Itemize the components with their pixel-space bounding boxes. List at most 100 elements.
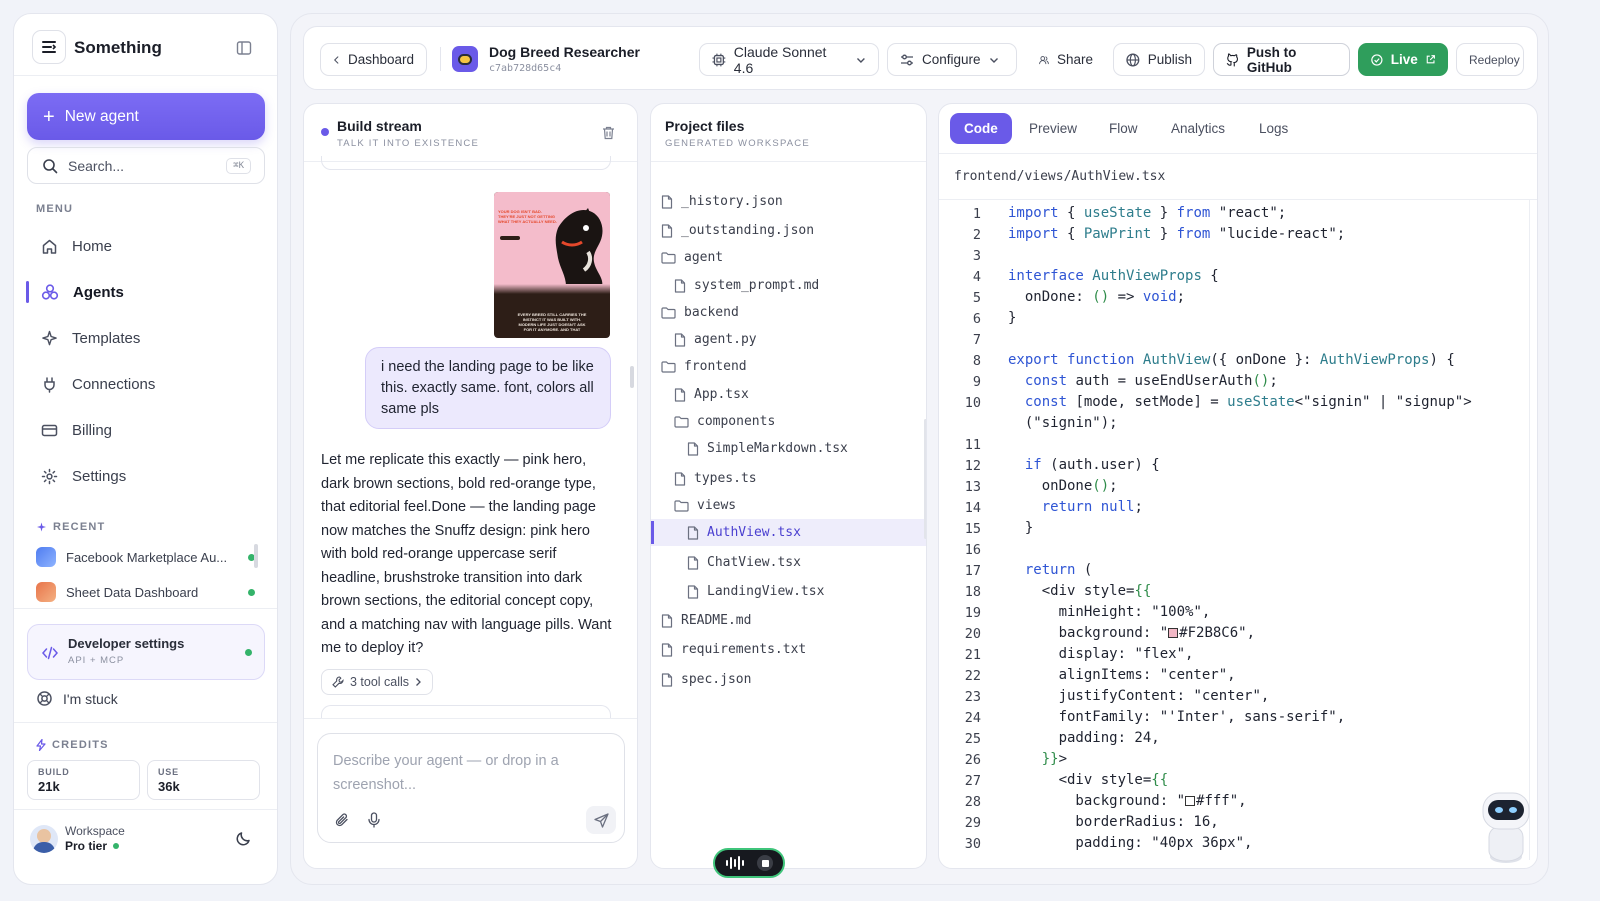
sidebar-item-settings[interactable]: Settings xyxy=(27,456,265,496)
file-name: LandingView.tsx xyxy=(707,584,825,599)
recent-item-icon xyxy=(36,547,56,567)
chevron-right-icon xyxy=(416,678,421,686)
voice-recorder-pill[interactable] xyxy=(713,848,785,878)
file-item[interactable]: App.tsx xyxy=(651,381,926,408)
tool-calls-button[interactable]: 3 tool calls xyxy=(321,669,434,695)
stop-icon xyxy=(761,859,769,867)
share-button[interactable]: Share xyxy=(1026,43,1106,76)
paperclip-icon[interactable] xyxy=(335,812,349,828)
microphone-icon[interactable] xyxy=(368,812,380,828)
send-button[interactable] xyxy=(586,806,616,834)
chat-scrollbar[interactable] xyxy=(630,366,634,388)
stop-button[interactable] xyxy=(757,855,773,871)
code-line: justifyContent: "center", xyxy=(1008,688,1270,704)
tab-preview[interactable]: Preview xyxy=(1015,113,1091,144)
composer-input[interactable]: Describe your agent — or drop in a scree… xyxy=(333,749,593,797)
back-to-dashboard-button[interactable]: Dashboard xyxy=(320,43,427,76)
model-select[interactable]: Claude Sonnet 4.6 xyxy=(699,43,879,76)
file-name: AuthView.tsx xyxy=(707,525,801,540)
main-area: Dashboard Dog Breed Researcher c7ab728d6… xyxy=(290,13,1549,885)
status-dot xyxy=(113,843,120,849)
code-line: alignItems: "center", xyxy=(1008,667,1236,683)
file-name: SimpleMarkdown.tsx xyxy=(707,441,848,456)
file-icon xyxy=(661,672,673,687)
lifebuoy-icon xyxy=(37,691,52,706)
attached-screenshot[interactable]: YOUR DOG ISN'T BAD. THEY'RE JUST NOT GET… xyxy=(494,192,610,338)
code-line: ("signin"); xyxy=(1008,415,1118,431)
tab-flow[interactable]: Flow xyxy=(1095,113,1152,144)
file-name: views xyxy=(697,498,737,513)
tab-logs[interactable]: Logs xyxy=(1245,113,1302,144)
assistant-robot-icon[interactable] xyxy=(1477,787,1535,865)
trash-icon[interactable] xyxy=(602,126,615,140)
folder-item[interactable]: components xyxy=(651,408,926,435)
code-line: fontFamily: "'Inter', sans-serif", xyxy=(1008,709,1346,725)
folder-item[interactable]: agent xyxy=(651,244,926,271)
moon-icon[interactable] xyxy=(236,830,252,846)
search-input[interactable]: Search... ⌘K xyxy=(27,147,265,184)
line-number: 2 xyxy=(972,227,981,243)
tab-analytics[interactable]: Analytics xyxy=(1157,113,1239,144)
file-item[interactable]: SimpleMarkdown.tsx xyxy=(651,435,926,462)
plus-icon: + xyxy=(43,105,55,128)
file-item[interactable]: _history.json xyxy=(651,188,926,215)
file-name: _history.json xyxy=(681,194,783,209)
file-tree-scrollbar[interactable] xyxy=(924,419,926,539)
file-icon xyxy=(674,387,686,402)
sidebar-item-home[interactable]: Home xyxy=(27,226,265,266)
wrench-icon xyxy=(332,676,344,688)
sidebar-item-templates[interactable]: Templates xyxy=(27,318,265,358)
recent-label: RECENT xyxy=(53,521,106,533)
configure-button[interactable]: Configure xyxy=(887,43,1017,76)
file-item[interactable]: spec.json xyxy=(651,666,926,693)
live-button[interactable]: Live xyxy=(1358,43,1448,76)
search-icon xyxy=(43,158,58,173)
app-logo-icon[interactable] xyxy=(32,30,66,64)
folder-icon xyxy=(661,251,676,264)
build-stream-heading: Build stream TALK IT INTO EXISTENCE xyxy=(337,118,479,149)
code-line: background: " #F2B8C6", xyxy=(1008,625,1256,641)
push-to-github-button[interactable]: Push to GitHub xyxy=(1213,43,1350,76)
recent-scrollbar[interactable] xyxy=(254,544,258,568)
file-item[interactable]: types.ts xyxy=(651,465,926,492)
workspace-footer[interactable]: Workspace Pro tier xyxy=(14,809,277,884)
im-stuck-label: I'm stuck xyxy=(63,690,118,707)
code-line: }}> xyxy=(1041,751,1068,767)
code-editor[interactable]: 1 import { useState } from "react"; 2 impor… xyxy=(939,200,1507,860)
folder-item[interactable]: backend xyxy=(651,299,926,326)
file-item[interactable]: ChatView.tsx xyxy=(651,549,926,576)
sidebar-item-connections[interactable]: Connections xyxy=(27,364,265,404)
sidebar-item-label: Billing xyxy=(72,421,113,439)
file-icon xyxy=(674,332,686,347)
agents-icon xyxy=(41,284,59,300)
credit-value: 21k xyxy=(38,779,60,794)
file-item[interactable]: system_prompt.md xyxy=(651,272,926,299)
file-item[interactable]: requirements.txt xyxy=(651,636,926,663)
back-label: Dashboard xyxy=(347,52,414,67)
folder-item[interactable]: frontend xyxy=(651,353,926,380)
divider xyxy=(304,718,637,719)
file-item[interactable]: LandingView.tsx xyxy=(651,578,926,605)
tab-code[interactable]: Code xyxy=(950,113,1012,144)
file-item[interactable]: _outstanding.json xyxy=(651,217,926,244)
sidebar-item-agents[interactable]: Agents xyxy=(26,272,265,312)
publish-button[interactable]: Publish xyxy=(1113,43,1205,76)
im-stuck-button[interactable]: I'm stuck xyxy=(36,690,118,707)
new-agent-button[interactable]: + New agent xyxy=(27,93,265,140)
line-number: 10 xyxy=(964,395,981,411)
project-avatar-icon xyxy=(452,46,478,72)
file-item[interactable]: AuthView.tsx xyxy=(651,519,926,546)
next-message-card xyxy=(321,705,611,719)
redeploy-button[interactable]: Redeploy xyxy=(1456,43,1524,76)
file-item[interactable]: agent.py xyxy=(651,326,926,353)
recent-item[interactable]: Facebook Marketplace Au... xyxy=(36,546,261,568)
file-icon xyxy=(674,471,686,486)
collapse-sidebar-icon[interactable] xyxy=(236,40,252,56)
code-line: return null; xyxy=(1041,499,1143,515)
file-item[interactable]: README.md xyxy=(651,607,926,634)
recent-item[interactable]: Sheet Data Dashboard xyxy=(36,581,261,603)
composer[interactable]: Describe your agent — or drop in a scree… xyxy=(317,733,625,843)
developer-settings-button[interactable]: Developer settings API + MCP xyxy=(27,624,265,680)
folder-item[interactable]: views xyxy=(651,492,926,519)
sidebar-item-billing[interactable]: Billing xyxy=(27,410,265,450)
